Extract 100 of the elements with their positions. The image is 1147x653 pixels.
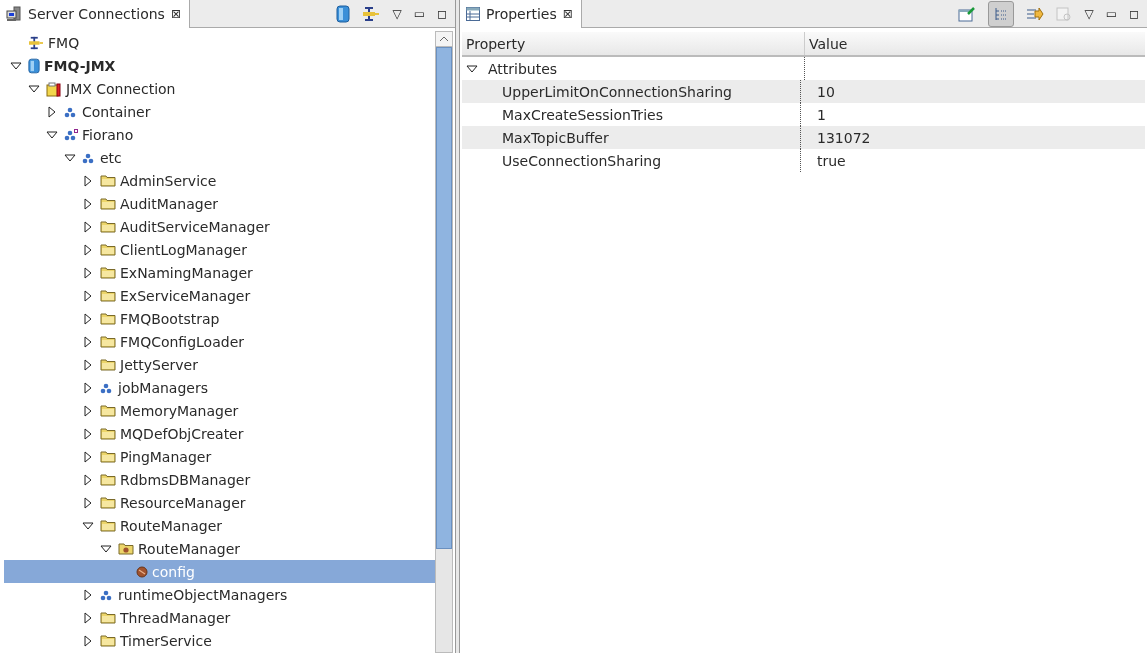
tree-item[interactable]: ClientLogManager xyxy=(4,238,435,261)
tree-item[interactable]: etc xyxy=(4,146,435,169)
tree-item[interactable]: JettyServer xyxy=(4,353,435,376)
expand-icon[interactable] xyxy=(48,105,56,118)
expand-icon[interactable] xyxy=(84,358,92,371)
property-name: MaxTopicBuffer xyxy=(501,129,609,146)
minimize-button[interactable]: ▭ xyxy=(1105,6,1118,21)
minimize-button[interactable]: ▭ xyxy=(413,6,426,21)
server-icon xyxy=(28,57,40,74)
tree-item[interactable]: FMQConfigLoader xyxy=(4,330,435,353)
expand-icon[interactable] xyxy=(84,496,92,509)
collapse-icon[interactable] xyxy=(10,61,22,70)
expand-icon[interactable] xyxy=(84,174,92,187)
expand-icon[interactable] xyxy=(84,634,92,647)
plug-icon xyxy=(28,35,44,50)
expand-icon[interactable] xyxy=(84,220,92,233)
expand-icon[interactable] xyxy=(84,289,92,302)
tree-item[interactable]: ExServiceManager xyxy=(4,284,435,307)
property-name: MaxCreateSessionTries xyxy=(501,106,663,123)
collapse-icon[interactable] xyxy=(466,64,478,73)
folder-icon xyxy=(100,197,116,210)
beans-icon xyxy=(100,588,114,601)
expand-icon[interactable] xyxy=(84,335,92,348)
tree-item[interactable]: Container xyxy=(4,100,435,123)
expand-icon[interactable] xyxy=(84,197,92,210)
tree-item[interactable]: FMQBootstrap xyxy=(4,307,435,330)
folder-icon xyxy=(118,542,134,555)
collapse-icon[interactable] xyxy=(82,521,94,530)
column-header[interactable]: Value xyxy=(805,32,1145,55)
collapse-icon[interactable] xyxy=(100,544,112,553)
bean-icon xyxy=(136,565,148,578)
view-menu-button[interactable]: ▽ xyxy=(1084,6,1094,21)
toolbox-icon xyxy=(46,80,62,97)
scrollbar[interactable] xyxy=(435,31,453,653)
tree-item[interactable]: JMX Connection xyxy=(4,77,435,100)
property-value[interactable]: 1 xyxy=(801,106,826,123)
folder-icon xyxy=(100,496,116,509)
close-icon[interactable]: ⊠ xyxy=(170,7,181,21)
tree-item[interactable]: FMQ-JMX xyxy=(4,54,435,77)
server-icon[interactable] xyxy=(336,4,351,23)
expand-icon[interactable] xyxy=(84,427,92,440)
tree-item[interactable]: RouteManager xyxy=(4,537,435,560)
scroll-thumb[interactable] xyxy=(436,47,452,549)
folder-icon xyxy=(100,611,116,624)
tree-icon xyxy=(994,6,1009,21)
folder-icon xyxy=(100,427,116,440)
folder-icon xyxy=(100,404,116,417)
expand-icon[interactable] xyxy=(84,243,92,256)
view-tab[interactable]: Server Connections ⊠ xyxy=(0,0,190,28)
view-tab[interactable]: Properties ⊠ xyxy=(460,0,582,28)
tree-item[interactable]: AdminService xyxy=(4,169,435,192)
tree-item[interactable]: ExNamingManager xyxy=(4,261,435,284)
expand-icon[interactable] xyxy=(84,404,92,417)
expand-icon[interactable] xyxy=(84,266,92,279)
tree-item[interactable]: FMQ xyxy=(4,31,435,54)
expand-icon[interactable] xyxy=(84,588,92,601)
tree-item[interactable]: runtimeObjectManagers xyxy=(4,583,435,606)
beans-icon xyxy=(64,105,78,118)
property-value[interactable]: 10 xyxy=(801,83,835,100)
maximize-button[interactable]: ◻ xyxy=(437,6,447,21)
filter-icon[interactable] xyxy=(1026,5,1045,22)
tree-item[interactable]: MemoryManager xyxy=(4,399,435,422)
categories-button[interactable] xyxy=(988,0,1015,27)
collapse-icon[interactable] xyxy=(28,84,40,93)
tree-item[interactable]: Fiorano xyxy=(4,123,435,146)
collapse-icon[interactable] xyxy=(64,153,76,162)
maximize-button[interactable]: ◻ xyxy=(1129,6,1139,21)
tree-item[interactable]: TimerService xyxy=(4,629,435,652)
tree-item[interactable]: AuditManager xyxy=(4,192,435,215)
tree-item[interactable]: jobManagers xyxy=(4,376,435,399)
pin-icon[interactable] xyxy=(958,5,977,22)
tree-item[interactable]: ResourceManager xyxy=(4,491,435,514)
property-name: UpperLimitOnConnectionSharing xyxy=(501,83,732,100)
view-menu-button[interactable]: ▽ xyxy=(392,6,402,21)
tree-item[interactable]: RouteManager xyxy=(4,514,435,537)
plug-icon[interactable] xyxy=(362,5,381,22)
scroll-up-button[interactable] xyxy=(436,32,452,47)
folder-icon xyxy=(100,266,116,279)
property-value[interactable]: 131072 xyxy=(801,129,871,146)
folder-icon xyxy=(100,358,116,371)
expand-icon[interactable] xyxy=(84,381,92,394)
tree-item[interactable]: MQDefObjCreater xyxy=(4,422,435,445)
close-icon[interactable]: ⊠ xyxy=(562,7,573,21)
expand-icon[interactable] xyxy=(84,611,92,624)
column-header[interactable]: Property xyxy=(462,32,805,55)
folder-icon xyxy=(100,634,116,647)
expand-icon[interactable] xyxy=(84,312,92,325)
collapse-icon[interactable] xyxy=(46,130,58,139)
table-icon xyxy=(466,7,480,21)
property-value[interactable]: true xyxy=(801,152,846,169)
expand-icon[interactable] xyxy=(84,473,92,486)
tree-item[interactable]: RdbmsDBManager xyxy=(4,468,435,491)
tree-item[interactable]: ThreadManager xyxy=(4,606,435,629)
expand-icon[interactable] xyxy=(84,450,92,463)
tree-item[interactable]: AuditServiceManager xyxy=(4,215,435,238)
folder-icon xyxy=(100,450,116,463)
computer-icon xyxy=(6,6,22,22)
folder-icon xyxy=(100,473,116,486)
tree-item[interactable]: PingManager xyxy=(4,445,435,468)
folder-icon xyxy=(100,243,116,256)
